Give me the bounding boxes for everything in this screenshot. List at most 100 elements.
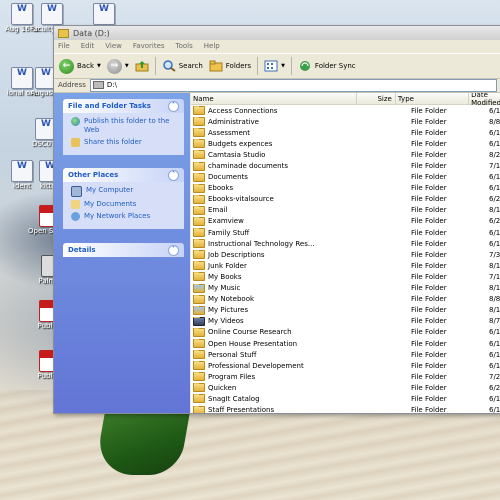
file-name: Instructional Technology Res...	[208, 239, 315, 248]
date-cell: 8/2/2007 8:52 ,	[489, 150, 500, 159]
date-cell: 8/12/2007 4:01	[489, 261, 500, 270]
menu-view[interactable]: View	[105, 42, 122, 50]
menu-tools[interactable]: Tools	[176, 42, 193, 50]
details-header[interactable]: Details ˅	[63, 243, 184, 257]
collapse-icon[interactable]: ˄	[168, 100, 179, 112]
name-cell: SnagIt Catalog	[191, 394, 368, 404]
table-row[interactable]: Quicken File Folder 6/23/2007 10:4	[191, 382, 500, 393]
file-name: My Music	[208, 284, 241, 293]
date-cell: 6/23/2007 10:4	[489, 383, 500, 392]
table-row[interactable]: Email File Folder 8/13/2007 9:45	[191, 205, 500, 216]
table-row[interactable]: chaminade documents File Folder 7/18/2007 …	[191, 160, 500, 171]
table-row[interactable]: Open House Presentation File Folder 6/15/2…	[191, 338, 500, 349]
file-folder-tasks-header[interactable]: File and Folder Tasks ˄	[63, 99, 184, 113]
name-cell: My Videos	[191, 316, 368, 326]
menu-edit[interactable]: Edit	[81, 42, 95, 50]
table-row[interactable]: Staff Presentations File Folder 6/15/2007 …	[191, 405, 500, 413]
table-row[interactable]: Online Course Research File Folder 6/15/20…	[191, 327, 500, 338]
type-cell: File Folder	[411, 206, 447, 215]
toolbar-separator	[257, 57, 259, 75]
table-row[interactable]: Access Connections File Folder 6/16/2007 9…	[191, 105, 500, 116]
table-row[interactable]: Job Descriptions File Folder 7/3/2007 9:23…	[191, 249, 500, 260]
search-button[interactable]: Search	[159, 57, 206, 75]
type-cell: File Folder	[411, 406, 447, 413]
task-publish-web[interactable]: Publish this folder to the Web	[71, 117, 179, 135]
table-row[interactable]: Camtasia Studio File Folder 8/2/2007 8:52 …	[191, 149, 500, 160]
date-cell: 6/15/2007 9:54	[489, 139, 500, 148]
table-row[interactable]: Assessment File Folder 6/15/2007 9:54	[191, 127, 500, 138]
name-cell: Access Connections	[191, 106, 368, 116]
folder-icon	[193, 194, 205, 204]
column-size[interactable]: Size	[357, 93, 396, 104]
task-label: Publish this folder to the Web	[84, 117, 170, 134]
name-cell: Examview	[191, 216, 368, 226]
date-cell: 6/15/2007 9:55	[489, 361, 500, 370]
type-cell: File Folder	[411, 295, 447, 304]
sync-icon	[299, 61, 310, 71]
menu-help[interactable]: Help	[204, 42, 220, 50]
table-row[interactable]: Professional Developement File Folder 6/15…	[191, 360, 500, 371]
folder-icon	[193, 339, 205, 349]
table-row[interactable]: Ebooks-vitalsource File Folder 6/21/2007 1…	[191, 194, 500, 205]
column-type[interactable]: Type	[396, 93, 470, 104]
name-cell: Documents	[191, 172, 368, 182]
table-row[interactable]: My Pictures File Folder 8/11/2007 9:23	[191, 305, 500, 316]
address-bar: Address D:\	[54, 78, 500, 93]
date-cell: 7/28/2007 8:39	[489, 372, 500, 381]
name-cell: Professional Developement	[191, 361, 368, 371]
menu-favorites[interactable]: Favorites	[133, 42, 165, 50]
menu-file[interactable]: File	[58, 42, 70, 50]
up-folder-icon	[135, 61, 149, 72]
folder-icon	[193, 150, 205, 160]
place-my-computer[interactable]: My Computer	[71, 186, 179, 197]
type-cell: File Folder	[411, 361, 447, 370]
table-row[interactable]: Instructional Technology Res... File Fold…	[191, 238, 500, 249]
panel-body: Publish this folder to the Web Share thi…	[63, 113, 184, 155]
table-row[interactable]: Examview File Folder 6/20/2007 1:27	[191, 216, 500, 227]
folders-button[interactable]: Folders	[206, 57, 254, 75]
table-row[interactable]: Budgets expences File Folder 6/15/2007 9:5…	[191, 138, 500, 149]
table-row[interactable]: Personal Stuff File Folder 6/15/2007 10:0	[191, 349, 500, 360]
folder-icon	[193, 106, 205, 116]
collapse-icon[interactable]: ˄	[168, 169, 179, 181]
views-button[interactable]: ▼	[261, 57, 288, 75]
title-bar[interactable]: Data (D:)	[54, 26, 500, 40]
table-row[interactable]: Junk Folder File Folder 8/12/2007 4:01	[191, 260, 500, 271]
name-cell: chaminade documents	[191, 161, 368, 171]
document-icon	[93, 3, 115, 25]
place-my-network[interactable]: My Network Places	[71, 212, 179, 221]
desktop-icon[interactable]	[82, 3, 126, 25]
task-share-folder[interactable]: Share this folder	[71, 138, 179, 147]
type-cell: File Folder	[411, 394, 447, 403]
file-name: Examview	[208, 217, 244, 226]
table-row[interactable]: Documents File Folder 6/15/2007 9:54	[191, 172, 500, 183]
folder-sync-button[interactable]: Folder Sync	[295, 57, 359, 75]
table-row[interactable]: My Books File Folder 7/17/2007 2:35	[191, 271, 500, 282]
column-name[interactable]: Name	[191, 93, 358, 104]
table-row[interactable]: Administrative File Folder 8/8/2007 2:48 I	[191, 116, 500, 127]
date-cell: 6/15/2007 9:54	[489, 328, 500, 337]
table-row[interactable]: Program Files File Folder 7/28/2007 8:39	[191, 371, 500, 382]
table-row[interactable]: My Videos File Folder 8/7/2007 7:38 ,	[191, 316, 500, 327]
table-row[interactable]: SnagIt Catalog File Folder 6/16/2007 9:45	[191, 393, 500, 404]
type-cell: File Folder	[411, 117, 447, 126]
table-row[interactable]: Family Stuff File Folder 6/15/2007 10:0	[191, 227, 500, 238]
chevron-down-icon: ▼	[97, 63, 101, 69]
back-label: Back	[77, 62, 94, 70]
type-cell: File Folder	[411, 284, 447, 293]
place-my-documents[interactable]: My Documents	[71, 200, 179, 209]
back-button[interactable]: ← Back ▼	[56, 57, 104, 75]
forward-button[interactable]: → ▼	[104, 57, 132, 75]
column-date-modified[interactable]: Date Modified	[469, 93, 500, 107]
folder-icon	[193, 283, 205, 293]
other-places-header[interactable]: Other Places ˄	[63, 168, 184, 182]
table-row[interactable]: Ebooks File Folder 6/15/2007 9:54	[191, 183, 500, 194]
file-name: Job Descriptions	[208, 250, 265, 259]
file-name: Personal Stuff	[208, 350, 257, 359]
up-folder-button[interactable]	[132, 57, 152, 75]
table-row[interactable]: My Music File Folder 8/10/2007 8:28	[191, 283, 500, 294]
address-input[interactable]: D:\	[89, 78, 497, 92]
file-name: Family Stuff	[208, 228, 250, 237]
table-row[interactable]: My Notebook File Folder 8/8/2007 9:33 I	[191, 294, 500, 305]
expand-icon[interactable]: ˅	[168, 244, 179, 256]
